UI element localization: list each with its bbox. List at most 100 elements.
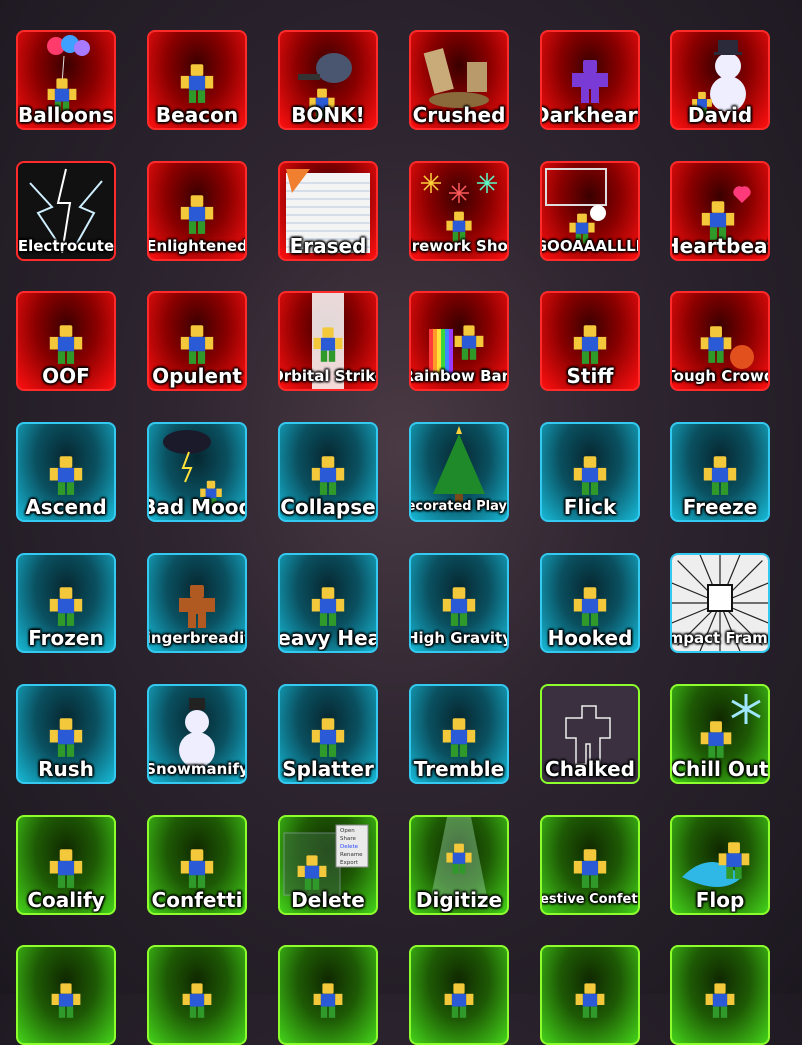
emote-label: Erased: [289, 234, 367, 258]
emote-label: Orbital Strike: [280, 367, 376, 385]
emote-tile-festive-confetti[interactable]: Festive Confetti: [540, 815, 640, 915]
emote-label: Electrocute: [17, 237, 115, 255]
emote-label: Digitize: [415, 888, 503, 912]
emote-tile-electrocute[interactable]: Electrocute: [16, 161, 116, 261]
emote-label: Gingerbreadify: [147, 629, 245, 647]
emote-art: [705, 983, 735, 1018]
emote-grid: Balloons Beacon BONK! Crushed Darkheart David…: [0, 0, 802, 1045]
emote-label: Freeze: [682, 495, 758, 519]
emote-label: Beacon: [155, 103, 239, 127]
emote-art: [575, 983, 605, 1018]
emote-tile-heavy-head[interactable]: Heavy Head: [278, 553, 378, 653]
emote-tile-beacon[interactable]: Beacon: [147, 30, 247, 130]
emote-label: Flick: [563, 495, 617, 519]
emote-tile-freeze[interactable]: Freeze: [670, 422, 770, 522]
emote-label: Crushed: [412, 103, 506, 127]
emote-tile-ascend[interactable]: Ascend: [16, 422, 116, 522]
emote-tile-tough-crowd[interactable]: Tough Crowd: [670, 291, 770, 391]
emote-tile-oof[interactable]: OOF: [16, 291, 116, 391]
emote-tile-hooked[interactable]: Hooked: [540, 553, 640, 653]
emote-tile-erased[interactable]: Erased: [278, 161, 378, 261]
emote-tile-high-gravity[interactable]: High Gravity: [409, 553, 509, 653]
emote-tile-bonk[interactable]: BONK!: [278, 30, 378, 130]
emote-tile-gingerbreadify[interactable]: Gingerbreadify: [147, 553, 247, 653]
emote-tile-digitize[interactable]: Digitize: [409, 815, 509, 915]
emote-tile-firework-show[interactable]: Firework Show: [409, 161, 509, 261]
context-menu-item: Open: [340, 828, 355, 834]
emote-tile-chill-out[interactable]: Chill Out: [670, 684, 770, 784]
emote-tile-rush[interactable]: Rush: [16, 684, 116, 784]
emote-tile-chalked[interactable]: Chalked: [540, 684, 640, 784]
emote-label: High Gravity: [409, 629, 509, 647]
emote-tile-emote-44[interactable]: [278, 945, 378, 1045]
emote-tile-decorated-player[interactable]: Decorated Player: [409, 422, 509, 522]
emote-label: Bad Mood: [149, 495, 247, 519]
emote-tile-splatter[interactable]: Splatter: [278, 684, 378, 784]
emote-label: Delete: [291, 888, 365, 912]
emote-tile-impact-frame[interactable]: Impact Frame: [670, 553, 770, 653]
emote-label: Hooked: [547, 626, 633, 650]
emote-tile-tremble[interactable]: Tremble: [409, 684, 509, 784]
emote-label: Chalked: [545, 757, 635, 781]
emote-label: Flop: [695, 888, 745, 912]
emote-tile-emote-45[interactable]: [409, 945, 509, 1045]
emote-tile-collapse[interactable]: Collapse: [278, 422, 378, 522]
emote-tile-delete[interactable]: Open Share Delete Rename Export Delete: [278, 815, 378, 915]
emote-label: Confetti: [151, 888, 243, 912]
emote-tile-crushed[interactable]: Crushed: [409, 30, 509, 130]
emote-label: Heavy Head: [278, 626, 376, 650]
emote-label: Opulent: [152, 364, 242, 388]
emote-label: Enlightened: [147, 237, 247, 255]
emote-tile-flop[interactable]: Flop: [670, 815, 770, 915]
emote-label: Frozen: [28, 626, 104, 650]
emote-art: [444, 983, 474, 1018]
emote-label: Heartbeat: [672, 234, 768, 258]
emote-label: Tremble: [413, 757, 505, 781]
context-menu-item: Export: [340, 860, 359, 866]
emote-tile-bad-mood[interactable]: Bad Mood: [147, 422, 247, 522]
emote-label: Firework Show: [411, 237, 508, 255]
emote-label: Darkheart: [542, 103, 638, 127]
emote-tile-orbital-strike[interactable]: Orbital Strike: [278, 291, 378, 391]
emote-tile-david[interactable]: David: [670, 30, 770, 130]
emote-art: [313, 983, 343, 1018]
emote-label: Snowmanify: [147, 760, 247, 778]
emote-label: Collapse: [280, 495, 376, 519]
emote-label: OOF: [42, 364, 90, 388]
emote-label: Stiff: [566, 364, 614, 388]
emote-tile-darkheart[interactable]: Darkheart: [540, 30, 640, 130]
emote-tile-heartbeat[interactable]: Heartbeat: [670, 161, 770, 261]
emote-tile-opulent[interactable]: Opulent: [147, 291, 247, 391]
emote-label: Tough Crowd: [670, 367, 770, 385]
emote-art: [182, 983, 212, 1018]
emote-tile-rainbow-barf[interactable]: Rainbow Barf: [409, 291, 509, 391]
emote-tile-enlightened[interactable]: Enlightened: [147, 161, 247, 261]
emote-tile-balloons[interactable]: Balloons: [16, 30, 116, 130]
emote-tile-confetti[interactable]: Confetti: [147, 815, 247, 915]
emote-label: Splatter: [282, 757, 374, 781]
emote-label: Decorated Player: [411, 499, 507, 514]
emote-tile-emote-46[interactable]: [540, 945, 640, 1045]
emote-tile-frozen[interactable]: Frozen: [16, 553, 116, 653]
emote-label: Ascend: [25, 495, 107, 519]
context-menu-item: Rename: [340, 852, 363, 858]
emote-tile-snowmanify[interactable]: Snowmanify: [147, 684, 247, 784]
emote-tile-coalify[interactable]: Coalify: [16, 815, 116, 915]
emote-tile-stiff[interactable]: Stiff: [540, 291, 640, 391]
emote-tile-gooaaallll[interactable]: GOOAAALLLL: [540, 161, 640, 261]
emote-label: Rainbow Barf: [409, 367, 509, 385]
emote-label: BONK!: [291, 103, 365, 127]
emote-tile-emote-43[interactable]: [147, 945, 247, 1045]
emote-tile-emote-47[interactable]: [670, 945, 770, 1045]
emote-art: [51, 983, 81, 1018]
emote-label: Balloons: [17, 103, 115, 127]
emote-label: Chill Out: [671, 757, 769, 781]
context-menu-item: Delete: [340, 844, 359, 850]
emote-tile-emote-42[interactable]: [16, 945, 116, 1045]
emote-label: Festive Confetti: [540, 892, 638, 907]
emote-tile-flick[interactable]: Flick: [540, 422, 640, 522]
emote-label: Coalify: [27, 888, 105, 912]
emote-label: GOOAAALLLL: [540, 237, 640, 255]
emote-label: Impact Frame: [670, 629, 768, 647]
context-menu-item: Share: [340, 836, 356, 842]
